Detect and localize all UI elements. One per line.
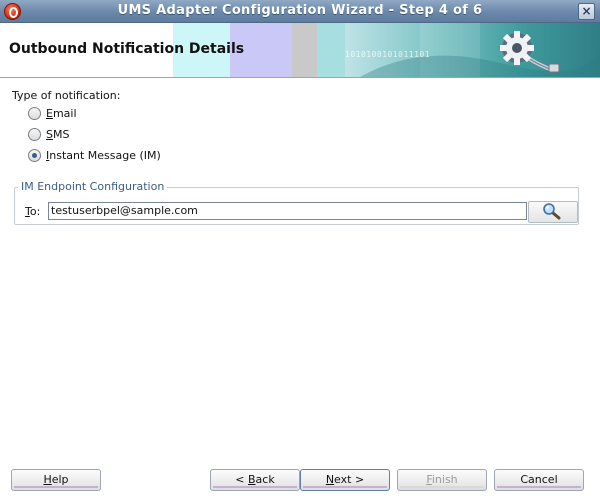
- radio-email-circle[interactable]: [28, 106, 41, 120]
- finish-button[interactable]: Finish: [397, 469, 487, 491]
- banner-binary-text: 1010100101011101: [345, 50, 431, 59]
- radio-email[interactable]: Email: [28, 105, 77, 121]
- page-title: Outbound Notification Details: [9, 41, 245, 57]
- to-label: To:: [25, 205, 41, 218]
- lookup-button[interactable]: [528, 201, 578, 223]
- cancel-button[interactable]: Cancel: [494, 469, 584, 491]
- window-title: UMS Adapter Configuration Wizard - Step …: [117, 3, 483, 18]
- help-button[interactable]: Help: [11, 469, 101, 491]
- next-button[interactable]: Next >: [300, 469, 390, 491]
- magnifier-icon: [543, 203, 561, 220]
- header-banner: Outbound Notification Details 1010100101…: [0, 23, 600, 78]
- title-bar: UMS Adapter Configuration Wizard - Step …: [0, 0, 600, 23]
- radio-sms-circle[interactable]: [28, 127, 41, 141]
- notification-type-label: Type of notification:: [12, 89, 121, 102]
- close-button[interactable]: ×: [578, 3, 595, 20]
- radio-email-label: Email: [46, 106, 77, 120]
- im-endpoint-legend: IM Endpoint Configuration: [18, 180, 168, 193]
- radio-instant-message[interactable]: Instant Message (IM): [28, 147, 161, 163]
- back-button[interactable]: < Back: [210, 469, 300, 491]
- to-address-input[interactable]: testuserbpel@sample.com: [48, 202, 527, 220]
- radio-sms-label: SMS: [46, 127, 70, 141]
- radio-im-circle[interactable]: [28, 148, 41, 162]
- radio-sms[interactable]: SMS: [28, 126, 69, 142]
- gear-cable-icon: [495, 26, 565, 74]
- radio-im-label: Instant Message (IM): [46, 148, 161, 162]
